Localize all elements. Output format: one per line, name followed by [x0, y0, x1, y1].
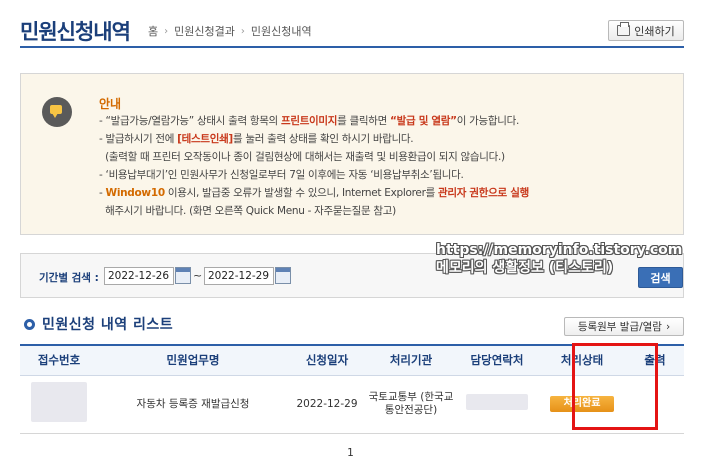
contact-cell — [456, 375, 538, 434]
notice-text: - 발급하시기 전에 — [99, 133, 178, 145]
notice-highlight: Window10 — [105, 187, 166, 199]
notice-box: 안내 - “발급가능/열람가능” 상태시 출력 항목의 프린트이미지를 클릭하면… — [20, 73, 684, 235]
start-date-input[interactable]: 2022-12-26 — [104, 267, 174, 285]
column-header-agency: 처리기관 — [366, 344, 456, 376]
page-number-current[interactable]: 1 — [347, 447, 354, 459]
calendar-icon[interactable] — [275, 267, 291, 284]
column-header-date: 신청일자 — [288, 344, 366, 376]
watermark: https://memoryinfo.tistory.com 메모리의 생활정보… — [436, 241, 682, 277]
redacted-contact — [466, 394, 528, 410]
notice-highlight: 프린트이미지 — [280, 115, 338, 127]
notice-line: - “발급가능/열람가능” 상태시 출력 항목의 프린트이미지를 클릭하면 “발… — [99, 112, 679, 130]
list-title: 민원신청 내역 리스트 — [24, 314, 173, 334]
title-divider — [20, 46, 684, 48]
notice-highlight: “발급 및 열람” — [390, 115, 457, 127]
breadcrumb: 홈 › 민원신청결과 › 민원신청내역 — [148, 23, 312, 39]
breadcrumb-separator-icon: › — [164, 25, 169, 37]
period-search-label: 기간별 검색 : — [39, 272, 99, 284]
register-issue-view-button[interactable]: 등록원부 발급/열람 › — [564, 317, 684, 336]
page-title: 민원신청내역 — [20, 20, 131, 44]
column-header-receipt-no: 접수번호 — [20, 344, 98, 376]
print-button[interactable]: 인쇄하기 — [608, 20, 684, 41]
notice-text: 이용시, 발급중 오류가 발생할 수 있으니, Internet Explore… — [164, 187, 438, 199]
service-name-cell[interactable]: 자동차 등록증 재발급신청 — [98, 375, 288, 434]
notice-line: 해주시기 바랍니다. (화면 오른쪽 Quick Menu - 자주묻는질문 참… — [99, 202, 679, 220]
notice-text: 를 눌러 출력 상태를 확인 하시기 바랍니다. — [232, 133, 414, 145]
chevron-right-icon: › — [665, 320, 671, 333]
receipt-no-cell — [20, 375, 98, 434]
printer-icon — [617, 22, 631, 36]
breadcrumb-item-result[interactable]: 민원신청결과 — [174, 23, 235, 39]
pagination: 1 — [0, 447, 701, 459]
end-date-input[interactable]: 2022-12-29 — [204, 267, 274, 285]
notice-text: 를 클릭하면 — [337, 115, 391, 127]
bullet-circle-icon — [24, 318, 35, 330]
notice-heading: 안내 — [99, 97, 122, 111]
list-title-text: 민원신청 내역 리스트 — [42, 317, 174, 333]
watermark-caption: 메모리의 생활정보 (티스토리) — [436, 260, 614, 276]
speech-bubble-icon — [42, 97, 72, 127]
breadcrumb-separator-icon: › — [240, 25, 245, 37]
calendar-icon[interactable] — [175, 267, 191, 284]
notice-highlight: [테스트인쇄] — [177, 133, 233, 145]
notice-line: - ‘비용납부대기’인 민원사무가 신청일로부터 7일 이후에는 자동 ‘비용납… — [99, 166, 679, 184]
notice-line: - 발급하시기 전에 [테스트인쇄]를 눌러 출력 상태를 확인 하시기 바랍니… — [99, 130, 679, 148]
column-header-contact: 담당연락처 — [456, 344, 538, 376]
agency-cell: 국토교통부 (한국교통안전공단) — [366, 375, 456, 434]
notice-line: (출력할 때 프린터 오작동이나 종이 걸림현상에 대해서는 재출력 및 비용환… — [99, 148, 679, 166]
notice-line: - Window10 이용시, 발급중 오류가 발생할 수 있으니, Inter… — [99, 184, 679, 202]
notice-text: 이 가능합니다. — [456, 115, 520, 127]
date-range-tilde: ~ — [193, 269, 203, 282]
notice-text: (출력할 때 프린터 오작동이나 종이 걸림현상에 대해서는 재출력 및 비용환… — [99, 151, 505, 163]
register-button-label: 등록원부 발급/열람 — [577, 321, 662, 333]
notice-text: - “발급가능/열람가능” 상태시 출력 항목의 — [99, 115, 281, 127]
notice-lines: - “발급가능/열람가능” 상태시 출력 항목의 프린트이미지를 클릭하면 “발… — [99, 112, 679, 220]
notice-highlight: 관리자 권한으로 실행 — [438, 187, 529, 199]
notice-text: 해주시기 바랍니다. (화면 오른쪽 Quick Menu - 자주묻는질문 참… — [99, 205, 396, 217]
status-highlight-box — [572, 343, 658, 430]
watermark-url: https://memoryinfo.tistory.com — [436, 242, 683, 258]
redacted-receipt-no — [31, 382, 87, 422]
notice-text: - ‘비용납부대기’인 민원사무가 신청일로부터 7일 이후에는 자동 ‘비용납… — [99, 169, 464, 181]
column-header-service: 민원업무명 — [98, 344, 288, 376]
breadcrumb-item-current: 민원신청내역 — [250, 25, 312, 38]
breadcrumb-home[interactable]: 홈 — [148, 23, 158, 39]
application-date-cell: 2022-12-29 — [288, 375, 366, 434]
print-button-label: 인쇄하기 — [634, 24, 675, 38]
